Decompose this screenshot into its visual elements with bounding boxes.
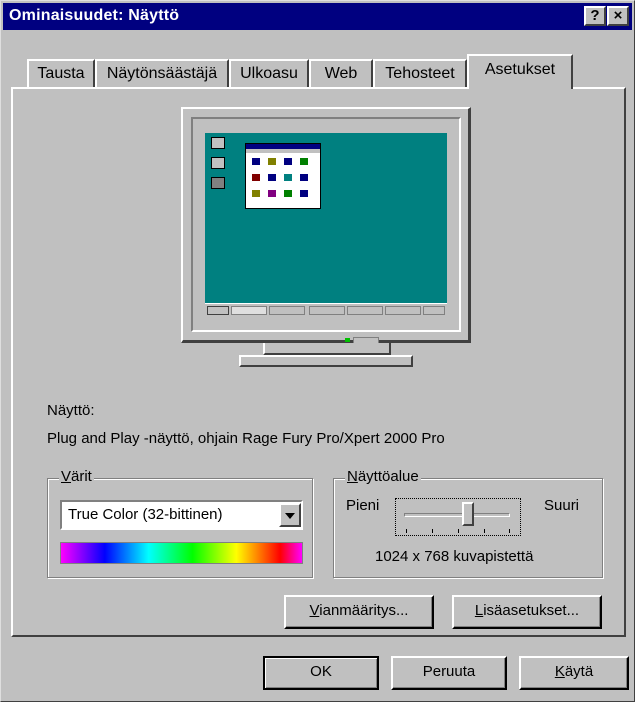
preview-item-icon — [300, 158, 308, 165]
preview-taskbar-item — [309, 306, 345, 315]
preview-item-icon — [252, 174, 260, 181]
apply-button[interactable]: Käytä — [519, 656, 629, 690]
slider-min-label: Pieni — [346, 497, 380, 514]
preview-item-icon — [252, 158, 260, 165]
monitor-neck — [263, 343, 391, 355]
slider-track — [404, 513, 510, 517]
preview-item-icon — [268, 174, 276, 181]
chevron-down-icon — [285, 513, 295, 519]
dropdown-button[interactable] — [279, 503, 301, 527]
tab-tausta[interactable]: Tausta — [27, 59, 95, 89]
tab-tehosteet[interactable]: Tehosteet — [373, 59, 467, 89]
monitor-preview — [181, 107, 471, 345]
preview-start-button — [207, 306, 229, 315]
preview-item-icon — [300, 190, 308, 197]
cancel-button[interactable]: Peruuta — [391, 656, 507, 690]
close-button[interactable]: × — [607, 6, 629, 26]
desktop-preview — [205, 133, 447, 316]
screen-area-legend: Näyttöalue — [345, 468, 421, 485]
tab-ulkoasu[interactable]: Ulkoasu — [229, 59, 309, 89]
display-value: Plug and Play -näyttö, ohjain Rage Fury … — [47, 430, 445, 447]
title-bar[interactable]: Ominaisuudet: Näyttö ? × — [3, 3, 632, 30]
preview-tray — [423, 306, 445, 315]
network-icon — [211, 157, 225, 169]
computer-icon — [211, 137, 225, 149]
resolution-label: 1024 x 768 kuvapistettä — [375, 548, 534, 565]
monitor-bezel — [191, 117, 461, 332]
slider-tick — [432, 529, 433, 533]
preview-taskbar — [205, 303, 447, 316]
slider-thumb[interactable] — [461, 502, 474, 526]
power-led-icon — [345, 338, 350, 342]
preview-window — [245, 143, 321, 209]
preview-item-icon — [268, 158, 276, 165]
colors-legend: Värit — [59, 468, 94, 485]
slider-tick — [484, 529, 485, 533]
preview-taskbar-item — [385, 306, 421, 315]
preview-item-icon — [284, 174, 292, 181]
tab-naytonsaastaja[interactable]: Näytönsäästäjä — [95, 59, 229, 89]
preview-taskbar-item — [269, 306, 305, 315]
resolution-slider[interactable] — [395, 498, 521, 536]
tab-web[interactable]: Web — [309, 59, 373, 89]
display-properties-window: Ominaisuudet: Näyttö ? × Tausta Näytönsä… — [0, 0, 635, 702]
preview-window-menubar — [246, 149, 320, 153]
window-title: Ominaisuudet: Näyttö — [9, 7, 180, 24]
slider-tick — [406, 529, 407, 533]
tab-asetukset[interactable]: Asetukset — [467, 54, 573, 89]
preview-item-icon — [284, 190, 292, 197]
preview-item-icon — [252, 190, 260, 197]
ok-button[interactable]: OK — [263, 656, 379, 690]
troubleshoot-button[interactable]: Vianmääritys... — [284, 595, 434, 629]
color-depth-select[interactable]: True Color (32-bittinen) — [60, 500, 303, 530]
advanced-button[interactable]: Lisäasetukset... — [452, 595, 602, 629]
color-spectrum-bar — [60, 542, 303, 564]
preview-taskbar-item — [347, 306, 383, 315]
slider-tick — [458, 529, 459, 533]
help-button[interactable]: ? — [584, 6, 606, 26]
slider-max-label: Suuri — [544, 497, 580, 514]
color-depth-value: True Color (32-bittinen) — [68, 506, 223, 523]
preview-item-icon — [300, 174, 308, 181]
slider-tick — [509, 529, 510, 533]
preview-taskbar-item — [231, 306, 267, 315]
monitor-base — [239, 355, 413, 367]
active-tab-join — [469, 87, 571, 90]
preview-item-icon — [268, 190, 276, 197]
display-label: Näyttö: — [47, 402, 95, 419]
recycle-icon — [211, 177, 225, 189]
preview-item-icon — [284, 158, 292, 165]
